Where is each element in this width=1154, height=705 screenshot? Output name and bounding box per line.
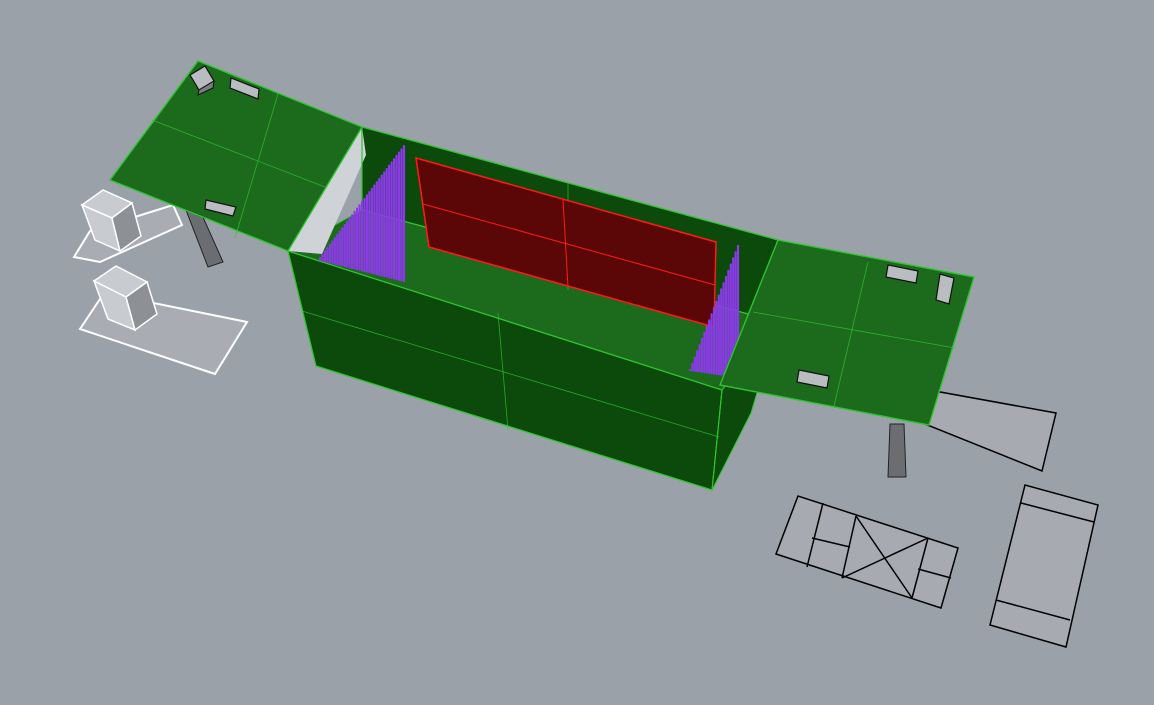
- scene-canvas[interactable]: [0, 0, 1154, 705]
- 3d-viewport[interactable]: [0, 0, 1154, 705]
